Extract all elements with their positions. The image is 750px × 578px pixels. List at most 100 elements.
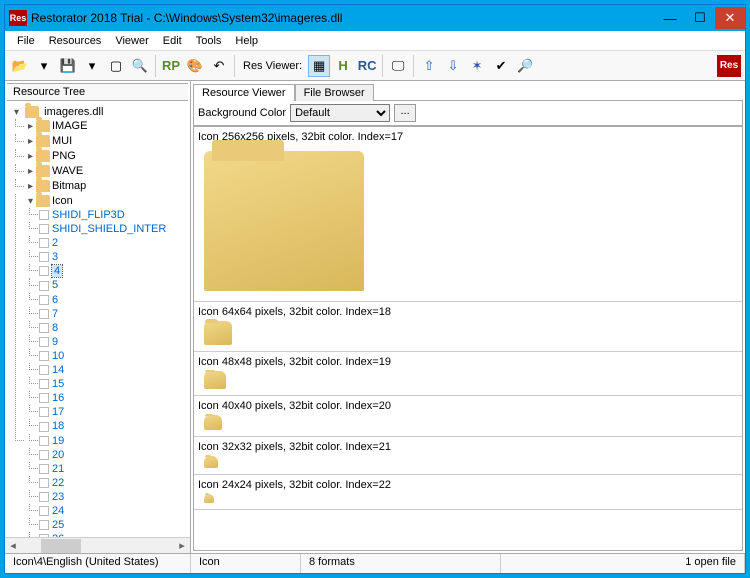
resource-tree[interactable]: ▾ imageres.dll ▸IMAGE▸MUI▸PNG▸WAVE▸Bitma…	[5, 103, 190, 537]
tree-folder-label[interactable]: Icon	[52, 195, 73, 207]
tree-item-label[interactable]: 8	[52, 322, 58, 334]
tree-item-label[interactable]: 18	[52, 421, 64, 433]
tree-item[interactable]: 23	[39, 490, 188, 504]
tree-item-label[interactable]: 16	[52, 392, 64, 404]
find-button[interactable]: 🔍	[129, 55, 151, 77]
menu-edit[interactable]: Edit	[157, 33, 188, 49]
tree-item-label[interactable]: 25	[52, 519, 64, 531]
scroll-right-icon[interactable]: ▸	[174, 539, 190, 552]
tree-item[interactable]: 26	[39, 532, 188, 537]
zoom-button[interactable]: 🔎	[514, 55, 536, 77]
tree-item[interactable]: 14	[39, 363, 188, 377]
view-rc-button[interactable]: RC	[356, 55, 378, 77]
menu-viewer[interactable]: Viewer	[109, 33, 154, 49]
check-button[interactable]: ✔	[490, 55, 512, 77]
tree-item[interactable]: 8	[39, 321, 188, 335]
view-screen-button[interactable]: 🖵	[387, 55, 409, 77]
view-mode-1-button[interactable]: ▦	[308, 55, 330, 77]
tree-item[interactable]: 7	[39, 307, 188, 321]
expander-icon[interactable]: ▾	[11, 108, 22, 119]
tree-folder-label[interactable]: IMAGE	[52, 120, 87, 132]
tree-folder-label[interactable]: PNG	[52, 150, 76, 162]
tree-item[interactable]: 15	[39, 377, 188, 391]
menu-file[interactable]: File	[11, 33, 41, 49]
tree-item-label[interactable]: 14	[52, 364, 64, 376]
expander-icon[interactable]: ▸	[25, 182, 36, 193]
expander-icon[interactable]: ▾	[25, 197, 36, 208]
tree-hscrollbar[interactable]: ◂ ▸	[5, 537, 190, 553]
paint-button[interactable]: 🎨	[184, 55, 206, 77]
scroll-left-icon[interactable]: ◂	[5, 539, 21, 552]
tree-item[interactable]: 22	[39, 476, 188, 490]
tree-item[interactable]: 5	[39, 278, 188, 292]
tree-item-label[interactable]: 23	[52, 491, 64, 503]
tree-folder[interactable]: ▸ Bitmap	[25, 179, 188, 194]
tree-item-label[interactable]: 10	[52, 350, 64, 362]
expander-icon[interactable]: ▸	[25, 152, 36, 163]
tree-item-label[interactable]: 17	[52, 406, 64, 418]
view-hex-button[interactable]: H	[332, 55, 354, 77]
tree-item[interactable]: 20	[39, 448, 188, 462]
tree-item-label[interactable]: 7	[52, 308, 58, 320]
tree-item[interactable]: 24	[39, 504, 188, 518]
save-as-button[interactable]: ▾	[81, 55, 103, 77]
tree-item[interactable]: 17	[39, 405, 188, 419]
tree-item-label[interactable]: 22	[52, 477, 64, 489]
tree-item[interactable]: 19	[39, 434, 188, 448]
menu-resources[interactable]: Resources	[43, 33, 108, 49]
new-button[interactable]: ▢	[105, 55, 127, 77]
tree-item[interactable]: 25	[39, 518, 188, 532]
tree-item[interactable]: 3	[39, 250, 188, 264]
tree-item[interactable]: 16	[39, 391, 188, 405]
resource-viewer[interactable]: Icon 256x256 pixels, 32bit color. Index=…	[193, 126, 743, 551]
expander-icon[interactable]: ▸	[25, 167, 36, 178]
bg-color-select[interactable]: Default	[290, 104, 390, 122]
up-button[interactable]: ⇧	[418, 55, 440, 77]
menu-tools[interactable]: Tools	[190, 33, 228, 49]
tree-item-label[interactable]: 6	[52, 294, 58, 306]
tree-item-label[interactable]: 3	[52, 251, 58, 263]
down-button[interactable]: ⇩	[442, 55, 464, 77]
close-button[interactable]: ✕	[715, 7, 745, 29]
tree-item-label[interactable]: 15	[52, 378, 64, 390]
tree-item-label[interactable]: 2	[52, 237, 58, 249]
tree-root[interactable]: ▾ imageres.dll ▸IMAGE▸MUI▸PNG▸WAVE▸Bitma…	[11, 105, 188, 537]
tree-item-label[interactable]: 5	[52, 280, 58, 292]
tree-item[interactable]: 18	[39, 419, 188, 433]
expander-icon[interactable]: ▸	[25, 137, 36, 148]
undo-button[interactable]: ↶	[208, 55, 230, 77]
tree-item[interactable]: SHIDI_SHIELD_INTER	[39, 222, 188, 236]
menu-help[interactable]: Help	[229, 33, 264, 49]
tree-item-label[interactable]: 20	[52, 449, 64, 461]
tab-resource-viewer[interactable]: Resource Viewer	[193, 84, 295, 101]
settings-button[interactable]: ✶	[466, 55, 488, 77]
tree-item[interactable]: 21	[39, 462, 188, 476]
tree-folder[interactable]: ▸ IMAGE	[25, 119, 188, 134]
titlebar[interactable]: Res Restorator 2018 Trial - C:\Windows\S…	[5, 5, 745, 31]
maximize-button[interactable]: ☐	[685, 7, 715, 29]
tree-item[interactable]: 4	[39, 264, 188, 278]
tree-item[interactable]: 2	[39, 236, 188, 250]
bg-color-browse-button[interactable]: ...	[394, 104, 416, 122]
tree-item-label[interactable]: SHIDI_SHIELD_INTER	[52, 223, 166, 235]
expander-icon[interactable]: ▸	[25, 122, 36, 133]
tab-file-browser[interactable]: File Browser	[295, 84, 374, 101]
minimize-button[interactable]: —	[655, 7, 685, 29]
tree-folder-label[interactable]: MUI	[52, 135, 72, 147]
tree-item-label[interactable]: 19	[52, 435, 64, 447]
tree-folder[interactable]: ▸ MUI	[25, 134, 188, 149]
tree-item-label[interactable]: 21	[52, 463, 64, 475]
tree-item[interactable]: 9	[39, 335, 188, 349]
rp-button[interactable]: RP	[160, 55, 182, 77]
tree-folder-label[interactable]: Bitmap	[52, 180, 86, 192]
tree-item-label[interactable]: 4	[52, 265, 62, 277]
tree-folder[interactable]: ▸ WAVE	[25, 164, 188, 179]
tree-item[interactable]: SHIDI_FLIP3D	[39, 208, 188, 222]
open-dropdown-button[interactable]: ▾	[33, 55, 55, 77]
tree-item-label[interactable]: 24	[52, 505, 64, 517]
tree-folder-label[interactable]: WAVE	[52, 165, 83, 177]
scroll-thumb[interactable]	[41, 539, 81, 553]
tree-folder[interactable]: ▸ PNG	[25, 149, 188, 164]
tree-item-label[interactable]: 9	[52, 336, 58, 348]
tree-item-label[interactable]: SHIDI_FLIP3D	[52, 209, 125, 221]
